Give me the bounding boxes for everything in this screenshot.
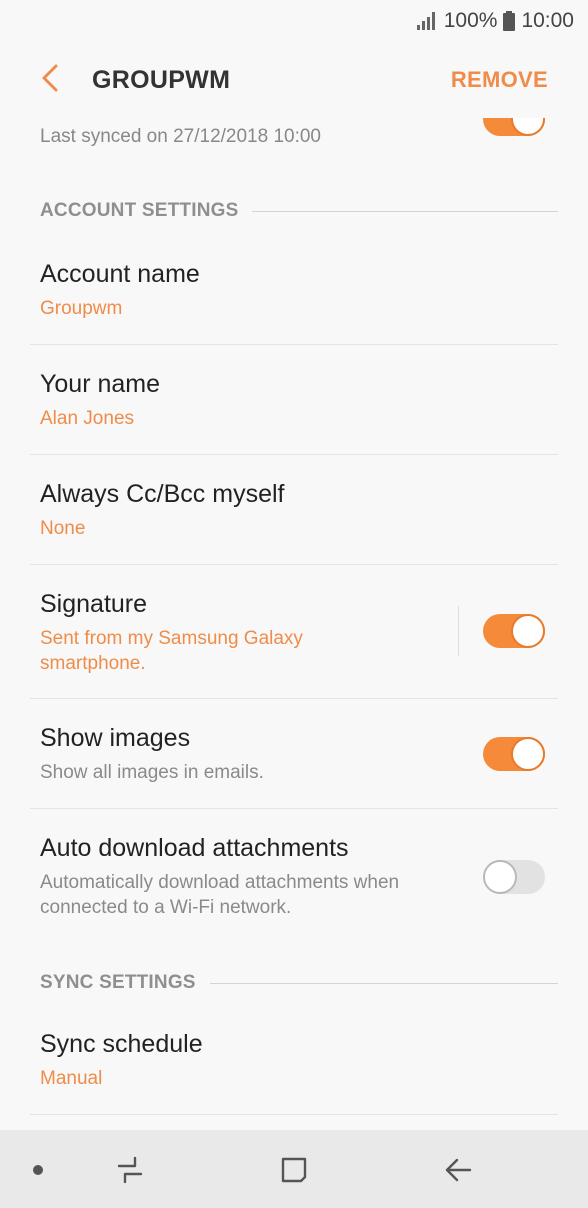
navigation-bar bbox=[0, 1130, 588, 1208]
clock: 10:00 bbox=[521, 9, 574, 32]
signal-icon bbox=[416, 11, 438, 31]
row-desc-line2: connected to a Wi-Fi network. bbox=[40, 897, 292, 918]
show-images-toggle[interactable] bbox=[483, 737, 545, 771]
divider bbox=[30, 698, 558, 699]
divider bbox=[30, 344, 558, 345]
app-bar: GROUPWM REMOVE bbox=[0, 42, 588, 118]
page-title: GROUPWM bbox=[92, 65, 231, 94]
row-value: Groupwm bbox=[40, 298, 123, 319]
row-title: Sync schedule bbox=[40, 1030, 203, 1058]
signature-toggle[interactable] bbox=[483, 614, 545, 648]
row-title: Auto download attachments bbox=[40, 834, 349, 862]
signature-row[interactable]: Signature Sent from my Samsung Galaxy sm… bbox=[0, 574, 588, 698]
home-icon[interactable] bbox=[272, 1148, 316, 1192]
section-header-sync: SYNC SETTINGS bbox=[40, 972, 558, 994]
toggle-knob bbox=[511, 118, 545, 136]
section-title: SYNC SETTINGS bbox=[40, 972, 196, 993]
dot-icon bbox=[16, 1148, 60, 1192]
cc-bcc-row[interactable]: Always Cc/Bcc myself None bbox=[0, 464, 588, 564]
divider bbox=[30, 454, 558, 455]
row-value: Manual bbox=[40, 1068, 103, 1089]
your-name-row[interactable]: Your name Alan Jones bbox=[0, 354, 588, 454]
divider bbox=[30, 1114, 558, 1115]
toggle-knob bbox=[511, 614, 545, 648]
row-title: Signature bbox=[40, 590, 148, 618]
show-images-row[interactable]: Show images Show all images in emails. bbox=[0, 708, 588, 808]
toggle-knob bbox=[511, 737, 545, 771]
row-value: None bbox=[40, 518, 86, 539]
settings-list[interactable]: Last synced on 27/12/2018 10:00 ACCOUNT … bbox=[0, 118, 588, 1130]
row-value-line2: smartphone. bbox=[40, 653, 146, 674]
row-value: Alan Jones bbox=[40, 408, 135, 429]
sync-schedule-row[interactable]: Sync schedule Manual bbox=[0, 1014, 588, 1114]
status-bar: 100% 10:00 bbox=[0, 0, 588, 42]
section-rule bbox=[252, 210, 558, 212]
chevron-left-icon bbox=[40, 63, 60, 98]
sync-account-row[interactable]: Last synced on 27/12/2018 10:00 bbox=[0, 118, 588, 158]
section-title: ACCOUNT SETTINGS bbox=[40, 200, 239, 221]
row-value-line1: Sent from my Samsung Galaxy bbox=[40, 628, 303, 649]
row-title: Show images bbox=[40, 724, 191, 752]
row-desc: Show all images in emails. bbox=[40, 762, 264, 783]
battery-percent: 100% bbox=[443, 9, 498, 32]
row-title: Always Cc/Bcc myself bbox=[40, 480, 285, 508]
last-synced-text: Last synced on 27/12/2018 10:00 bbox=[40, 126, 322, 147]
divider bbox=[30, 564, 558, 565]
account-name-row[interactable]: Account name Groupwm bbox=[0, 244, 588, 344]
auto-download-row[interactable]: Auto download attachments Automatically … bbox=[0, 818, 588, 942]
vertical-separator bbox=[458, 606, 459, 656]
recent-apps-icon[interactable] bbox=[108, 1148, 152, 1192]
section-header-account: ACCOUNT SETTINGS bbox=[40, 200, 558, 222]
back-icon[interactable] bbox=[436, 1148, 480, 1192]
battery-icon bbox=[503, 11, 516, 31]
divider bbox=[30, 808, 558, 809]
auto-download-toggle[interactable] bbox=[483, 860, 545, 894]
back-button[interactable] bbox=[20, 50, 80, 110]
row-title: Your name bbox=[40, 370, 160, 398]
toggle-knob bbox=[483, 860, 517, 894]
row-title: Account name bbox=[40, 260, 200, 288]
row-desc-line1: Automatically download attachments when bbox=[40, 872, 400, 893]
remove-button[interactable]: REMOVE bbox=[451, 67, 548, 93]
section-rule bbox=[209, 982, 558, 984]
sync-account-toggle[interactable] bbox=[483, 118, 545, 136]
